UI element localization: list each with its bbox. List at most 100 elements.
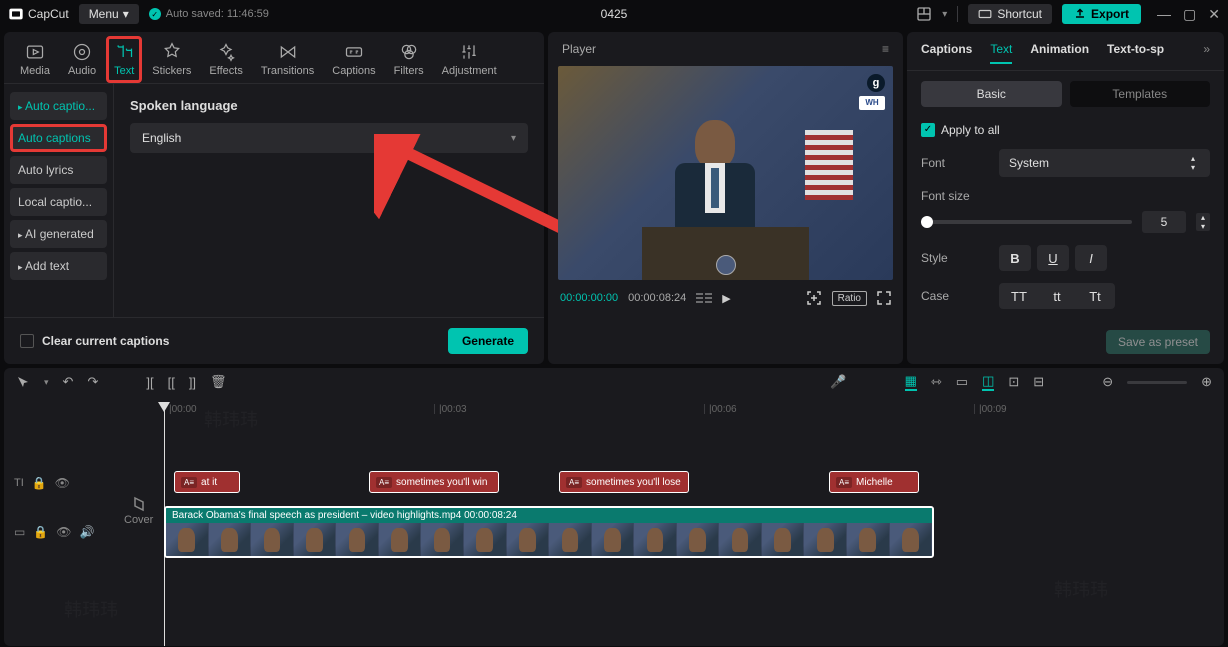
split-button[interactable]: ]​[	[146, 375, 153, 390]
caption-badge: A≡	[836, 477, 852, 488]
shortcut-button[interactable]: Shortcut	[968, 4, 1052, 24]
mic-icon[interactable]: 🎤	[830, 374, 846, 390]
tab-effects[interactable]: Effects	[201, 36, 250, 83]
tab-text[interactable]: Text	[106, 36, 142, 83]
list-icon[interactable]	[696, 292, 712, 304]
clear-captions-checkbox[interactable]: Clear current captions	[20, 334, 169, 348]
maximize-button[interactable]: ▢	[1183, 6, 1196, 23]
zoom-out-button[interactable]: ⊖	[1102, 374, 1113, 390]
tab-filters[interactable]: Filters	[386, 36, 432, 83]
tab-stickers[interactable]: Stickers	[144, 36, 199, 83]
scan-icon[interactable]	[806, 290, 822, 306]
caption-clip[interactable]: A≡at it	[174, 471, 240, 493]
export-button[interactable]: Export	[1062, 4, 1141, 24]
fontsize-label: Font size	[921, 189, 987, 203]
italic-button[interactable]: I	[1075, 245, 1107, 271]
snap-icon[interactable]: ◫	[982, 373, 994, 391]
settings-icon[interactable]: ⊡	[1008, 374, 1019, 390]
undo-button[interactable]: ↶	[63, 374, 74, 390]
tab-media[interactable]: Media	[12, 36, 58, 83]
caption-track-body[interactable]: A≡at it A≡ sometimes you'll win A≡sometimes…	[164, 468, 1224, 498]
player-menu-icon[interactable]: ≡	[882, 42, 889, 56]
preview-icon[interactable]: ▭	[956, 374, 968, 390]
zoom-slider[interactable]	[1127, 381, 1187, 384]
fontsize-stepper[interactable]: ▴▾	[1196, 213, 1210, 231]
subtab-templates[interactable]: Templates	[1070, 81, 1211, 107]
underline-button[interactable]: U	[1037, 245, 1069, 271]
tab-transitions-label: Transitions	[261, 65, 314, 77]
sidebar-auto-caption-group[interactable]: Auto captio...	[10, 92, 107, 120]
trim-left-button[interactable]: [​[	[168, 375, 175, 390]
sidebar-auto-lyrics[interactable]: Auto lyrics	[10, 156, 107, 184]
lock-icon[interactable]: 🔒	[32, 476, 47, 490]
save-preset-button[interactable]: Save as preset	[1106, 330, 1210, 354]
player-video[interactable]: g WH	[558, 66, 893, 280]
redo-button[interactable]: ↷	[87, 374, 98, 390]
lock-icon[interactable]: 🔒	[33, 525, 48, 539]
more-tabs-icon[interactable]: »	[1203, 42, 1210, 64]
tab-audio[interactable]: Audio	[60, 36, 104, 83]
tab-captions[interactable]: Captions	[324, 36, 383, 83]
caption-badge: A≡	[376, 477, 392, 488]
minimize-button[interactable]: —	[1157, 6, 1171, 23]
rtab-text[interactable]: Text	[990, 42, 1012, 64]
apply-to-all[interactable]: ✓ Apply to all	[921, 123, 1210, 137]
link-icon[interactable]: ⇿	[931, 374, 942, 390]
tool-tabs: Media Audio Text Stickers Effects Transi…	[4, 32, 544, 84]
left-content: Spoken language English ▾	[114, 84, 544, 317]
zoom-icon[interactable]: ⊟	[1033, 374, 1044, 390]
sidebar-add-text[interactable]: Add text	[10, 252, 107, 280]
rtab-tts[interactable]: Text-to-sp	[1107, 42, 1164, 64]
video-track-head: ▭ 🔒 👁 🔊	[4, 525, 164, 539]
rtab-animation[interactable]: Animation	[1030, 42, 1089, 64]
keyboard-icon	[978, 7, 992, 21]
rtab-captions[interactable]: Captions	[921, 42, 972, 64]
delete-button[interactable]: 🗑	[210, 374, 227, 390]
tab-adjustment[interactable]: Adjustment	[434, 36, 505, 83]
close-button[interactable]: ✕	[1208, 6, 1220, 23]
zoom-in-button[interactable]: ⊕	[1201, 374, 1212, 390]
eye-icon[interactable]: 👁	[55, 476, 70, 490]
video-clip[interactable]: Barack Obama's final speech as president…	[164, 506, 934, 558]
titlecase-button[interactable]: Tt	[1079, 283, 1111, 309]
ratio-button[interactable]: Ratio	[832, 291, 867, 306]
language-select[interactable]: English ▾	[130, 123, 528, 153]
spoken-language-label: Spoken language	[130, 98, 528, 113]
tab-transitions[interactable]: Transitions	[253, 36, 322, 83]
fullscreen-icon[interactable]	[877, 291, 891, 305]
caption-clip[interactable]: A≡sometimes you'll lose	[559, 471, 689, 493]
subtab-basic[interactable]: Basic	[921, 81, 1062, 107]
fontsize-value[interactable]: 5	[1142, 211, 1186, 233]
clip-thumb	[677, 523, 720, 557]
cursor-icon[interactable]	[16, 375, 30, 389]
cover-button[interactable]: Cover	[124, 496, 153, 526]
magnet-icon[interactable]: ▦	[905, 373, 917, 391]
video-track-body[interactable]: Barack Obama's final speech as president…	[164, 506, 1224, 558]
lowercase-button[interactable]: tt	[1041, 283, 1073, 309]
trim-right-button[interactable]: ]​]	[189, 375, 196, 390]
caption-clip[interactable]: A≡Michelle	[829, 471, 919, 493]
transitions-icon	[278, 42, 298, 62]
caption-clip[interactable]: A≡ sometimes you'll win	[369, 471, 499, 493]
play-button[interactable]: ▶	[722, 292, 730, 305]
eye-icon[interactable]: 👁	[56, 525, 71, 539]
font-stepper[interactable]: ▴▾	[1186, 154, 1200, 172]
generate-button[interactable]: Generate	[448, 328, 528, 354]
font-select[interactable]: System ▴▾	[999, 149, 1210, 177]
cursor-chevron[interactable]: ▾	[44, 377, 49, 388]
sidebar-auto-captions[interactable]: Auto captions	[10, 124, 107, 152]
fontsize-slider[interactable]	[921, 220, 1132, 224]
layout-chevron[interactable]: ▾	[942, 9, 947, 20]
ruler[interactable]: |00:00|00:03|00:06|00:09	[164, 404, 1224, 422]
sidebar-ai-generated[interactable]: AI generated	[10, 220, 107, 248]
left-panel: Media Audio Text Stickers Effects Transi…	[4, 32, 544, 364]
mute-icon[interactable]: 🔊	[80, 525, 95, 539]
stickers-icon	[162, 42, 182, 62]
sidebar-local-caption[interactable]: Local captio...	[10, 188, 107, 216]
bold-button[interactable]: B	[999, 245, 1031, 271]
caption-text: sometimes you'll win	[396, 477, 487, 488]
layout-icon[interactable]	[916, 6, 932, 22]
uppercase-button[interactable]: TT	[1003, 283, 1035, 309]
menu-button[interactable]: Menu ▾	[79, 4, 139, 24]
tab-filters-label: Filters	[394, 65, 424, 77]
